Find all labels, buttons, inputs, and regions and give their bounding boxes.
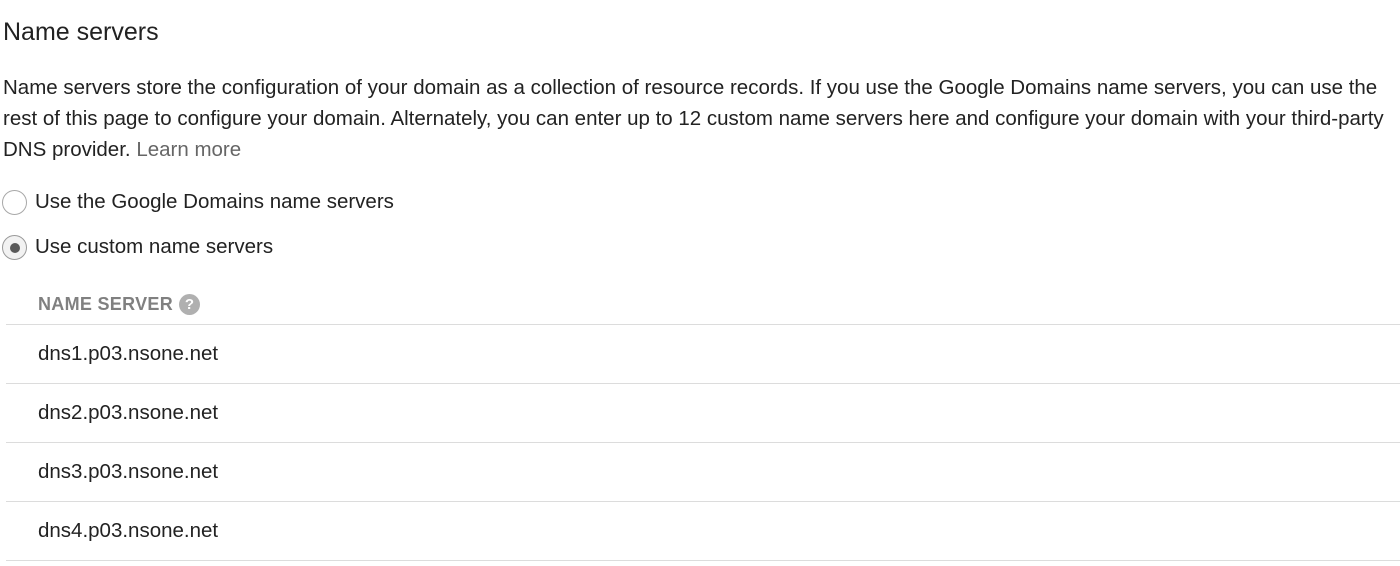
section-description: Name servers store the configuration of … [3, 72, 1398, 165]
radio-option-google[interactable]: Use the Google Domains name servers [2, 189, 394, 215]
radio-google-name-servers[interactable] [2, 189, 27, 215]
radio-custom-name-servers[interactable] [2, 234, 27, 260]
table-row: dns1.p03.nsone.net [6, 325, 1400, 384]
section-title: Name servers [3, 18, 159, 46]
table-row: dns4.p03.nsone.net [6, 502, 1400, 561]
column-header-name-server: NAME SERVER [38, 293, 173, 314]
name-server-value: dns3.p03.nsone.net [38, 460, 219, 483]
radio-option-custom[interactable]: Use custom name servers [2, 234, 273, 260]
question-circle-icon[interactable]: ? [179, 293, 200, 315]
name-server-value: dns4.p03.nsone.net [38, 519, 219, 542]
table-row: dns3.p03.nsone.net [6, 443, 1400, 502]
radio-label-custom: Use custom name servers [35, 235, 274, 258]
table-row: dns2.p03.nsone.net [6, 384, 1400, 443]
name-server-table: NAME SERVER ? dns1.p03.nsone.net dns2.p0… [6, 284, 1400, 561]
radio-label-google: Use the Google Domains name servers [35, 190, 394, 213]
name-server-value: dns1.p03.nsone.net [38, 342, 219, 365]
table-header: NAME SERVER ? [6, 284, 1400, 325]
name-servers-panel: Name servers Name servers store the conf… [0, 0, 1400, 566]
name-server-value: dns2.p03.nsone.net [38, 401, 219, 424]
learn-more-link[interactable]: Learn more [136, 138, 241, 161]
